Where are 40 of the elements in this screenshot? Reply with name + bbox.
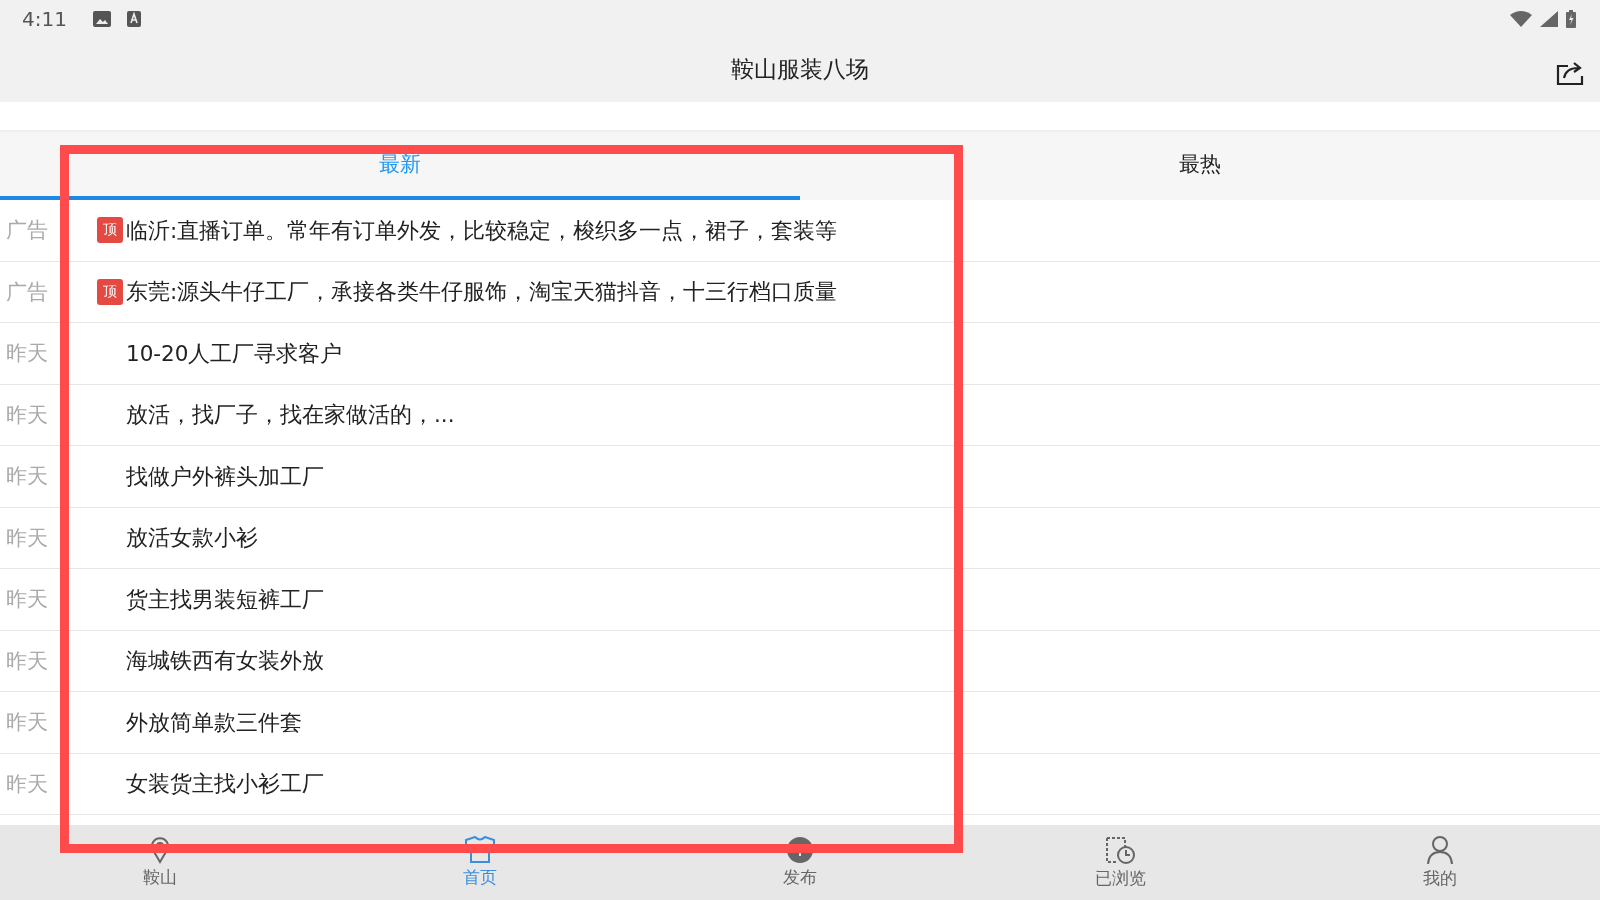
post-title[interactable]: 货主找男装短裤工厂 xyxy=(126,584,324,614)
nav-tab[interactable]: 我的 xyxy=(1280,825,1600,900)
history-icon xyxy=(1104,835,1136,865)
post-date: 昨天 xyxy=(5,340,49,368)
image-icon xyxy=(92,10,111,27)
nav-tab[interactable]: 发布 xyxy=(640,825,960,900)
tab[interactable]: 最热 xyxy=(800,132,1600,200)
post-date: 广告 xyxy=(5,278,49,306)
post-date: 广告 xyxy=(5,217,49,245)
signal-icon xyxy=(1540,10,1558,27)
add-circle-icon xyxy=(786,836,814,864)
post-date: 昨天 xyxy=(5,524,49,552)
post-date: 昨天 xyxy=(5,401,49,429)
post-date: 昨天 xyxy=(5,647,49,675)
battery-icon xyxy=(1566,9,1576,28)
keyboard-icon xyxy=(126,10,141,27)
nav-tab[interactable]: 鞍山 xyxy=(0,825,320,900)
wifi-icon xyxy=(1510,10,1532,27)
post-title[interactable]: 东莞:源头牛仔工厂，承接各类牛仔服饰，淘宝天猫抖音，十三行档口质量 xyxy=(126,277,838,307)
post-title[interactable]: 10-20人工厂寻求客户 xyxy=(126,338,343,368)
nav-tab[interactable]: 已浏览 xyxy=(960,825,1280,900)
post-title[interactable]: 放活女款小衫 xyxy=(126,523,258,553)
page-title: 鞍山服装八场 xyxy=(731,55,869,84)
post-date: 昨天 xyxy=(5,463,49,491)
post-title[interactable]: 放活，找厂子，找在家做活的，... xyxy=(126,400,455,430)
pinned-badge: 顶 xyxy=(97,217,123,244)
pinned-badge: 顶 xyxy=(97,278,123,305)
post-date: 昨天 xyxy=(5,709,49,737)
post-title[interactable]: 找做户外裤头加工厂 xyxy=(126,461,324,491)
post-title[interactable]: 临沂:直播订单。常年有订单外发，比较稳定，梭织多一点，裙子，套装等 xyxy=(126,215,838,245)
shirt-icon xyxy=(464,836,496,864)
post-title[interactable]: 海城铁西有女装外放 xyxy=(126,646,324,676)
location-pin-icon xyxy=(150,836,170,864)
post-title[interactable]: 外放简单款三件套 xyxy=(126,707,302,737)
post-date: 昨天 xyxy=(5,586,49,614)
post-date: 昨天 xyxy=(5,770,49,798)
post-title[interactable]: 女装货主找小衫工厂 xyxy=(126,769,324,799)
status-time: 4:11 xyxy=(22,6,67,31)
person-icon xyxy=(1426,835,1454,865)
share-icon[interactable] xyxy=(1556,60,1586,87)
